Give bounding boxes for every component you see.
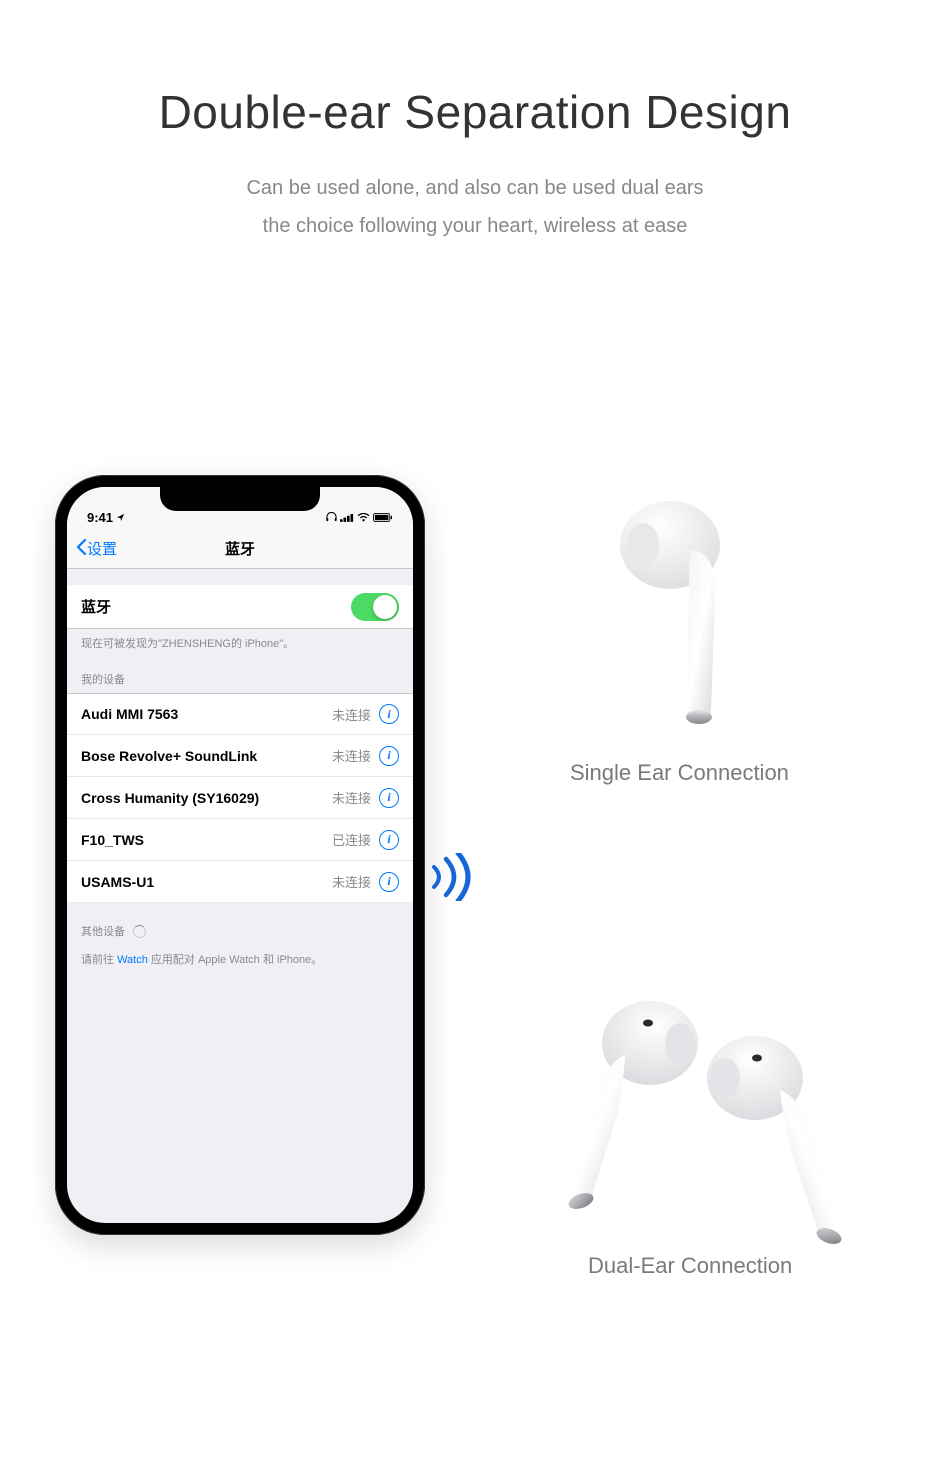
device-row[interactable]: F10_TWS 已连接 i [67,819,413,861]
hero-title: Double-ear Separation Design [0,85,950,139]
discoverable-note: 现在可被发现为"ZHENSHENG的 iPhone"。 [67,629,413,657]
device-name: Audi MMI 7563 [81,706,178,722]
info-icon[interactable]: i [379,830,399,850]
device-status: 已连接 [332,830,371,849]
info-icon[interactable]: i [379,704,399,724]
phone-mockup: 9:41 [55,475,425,1235]
cellular-icon [340,513,354,525]
device-row[interactable]: USAMS-U1 未连接 i [67,861,413,903]
signal-wave-icon [428,853,472,901]
single-earbud-illustration [615,495,755,745]
dual-ear-caption: Dual-Ear Connection [588,1253,792,1279]
info-icon[interactable]: i [379,746,399,766]
bluetooth-toggle[interactable] [351,593,399,621]
location-icon [116,510,125,525]
device-name: Bose Revolve+ SoundLink [81,748,257,764]
hero-sub-line2: the choice following your heart, wireles… [263,215,688,237]
back-label: 设置 [87,538,117,559]
device-list: Audi MMI 7563未连接iBose Revolve+ SoundLink… [67,693,413,903]
device-status: 未连接 [332,872,371,891]
hero-sub-line1: Can be used alone, and also can be used … [246,177,703,199]
dual-earbud-right-illustration [695,1030,865,1265]
headphones-icon [326,512,337,525]
single-ear-caption: Single Ear Connection [570,760,789,786]
other-devices-label: 其他设备 [81,923,125,939]
device-row[interactable]: Cross Humanity (SY16029) 未连接 i [67,777,413,819]
phone-notch [160,487,320,511]
device-row[interactable]: Audi MMI 7563 未连接 i [67,693,413,735]
wifi-icon [357,513,370,525]
device-status: 未连接 [332,705,371,724]
device-name: F10_TWS [81,832,144,848]
device-status: 未连接 [332,746,371,765]
nav-title: 蓝牙 [67,538,413,559]
bluetooth-label: 蓝牙 [81,596,111,617]
watch-note: 请前往 Watch 应用配对 Apple Watch 和 iPhone。 [67,945,413,973]
my-devices-header: 我的设备 [67,657,413,693]
battery-icon [373,513,393,525]
dual-earbud-left-illustration [545,995,705,1230]
info-icon[interactable]: i [379,788,399,808]
device-name: USAMS-U1 [81,874,154,890]
other-devices-header: 其他设备 [67,903,413,945]
device-row[interactable]: Bose Revolve+ SoundLink 未连接 i [67,735,413,777]
device-name: Cross Humanity (SY16029) [81,790,259,806]
bluetooth-master-row[interactable]: 蓝牙 [67,585,413,629]
hero-subtitle: Can be used alone, and also can be used … [0,169,950,245]
watch-link[interactable]: Watch [117,954,148,966]
chevron-left-icon [75,538,87,560]
nav-bar: 设置 蓝牙 [67,529,413,569]
phone-screen: 9:41 [67,487,413,1223]
info-icon[interactable]: i [379,872,399,892]
back-button[interactable]: 设置 [67,538,117,560]
status-time: 9:41 [87,510,113,525]
spinner-icon [133,925,146,938]
device-status: 未连接 [332,788,371,807]
